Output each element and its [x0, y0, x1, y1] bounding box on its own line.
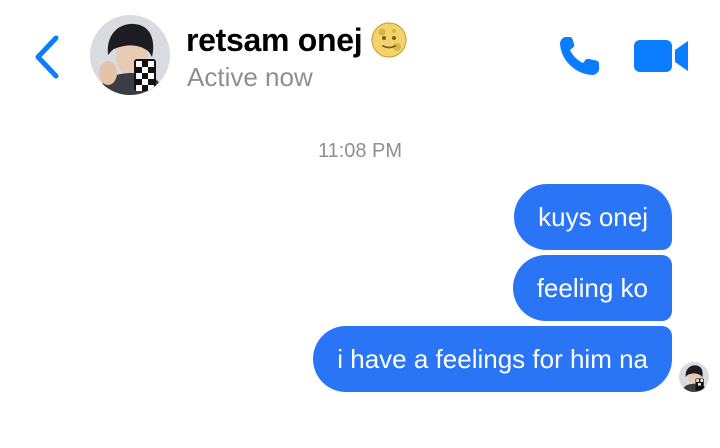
moon-face-emoji-icon — [370, 21, 408, 59]
sent-message-bubble[interactable]: i have a feelings for him na — [313, 326, 672, 392]
chat-screen: retsam onej Active now 11:08 PM kuys one… — [0, 0, 720, 448]
video-call-button[interactable] — [632, 36, 692, 76]
chevron-left-icon — [35, 35, 59, 79]
message-timestamp: 11:08 PM — [317, 140, 403, 162]
contact-name: retsam onej — [186, 21, 363, 58]
seen-avatar-icon — [679, 362, 709, 392]
sent-message-bubble[interactable]: kuys onej — [514, 184, 672, 250]
active-status: Active now — [187, 62, 313, 92]
sent-message-bubble[interactable]: feeling ko — [512, 255, 672, 321]
back-button[interactable] — [28, 32, 68, 82]
video-camera-icon — [634, 40, 688, 72]
phone-icon — [560, 37, 599, 75]
contact-avatar[interactable] — [90, 15, 170, 95]
contact-name-row[interactable]: retsam onej — [186, 18, 408, 62]
voice-call-button[interactable] — [556, 33, 606, 79]
